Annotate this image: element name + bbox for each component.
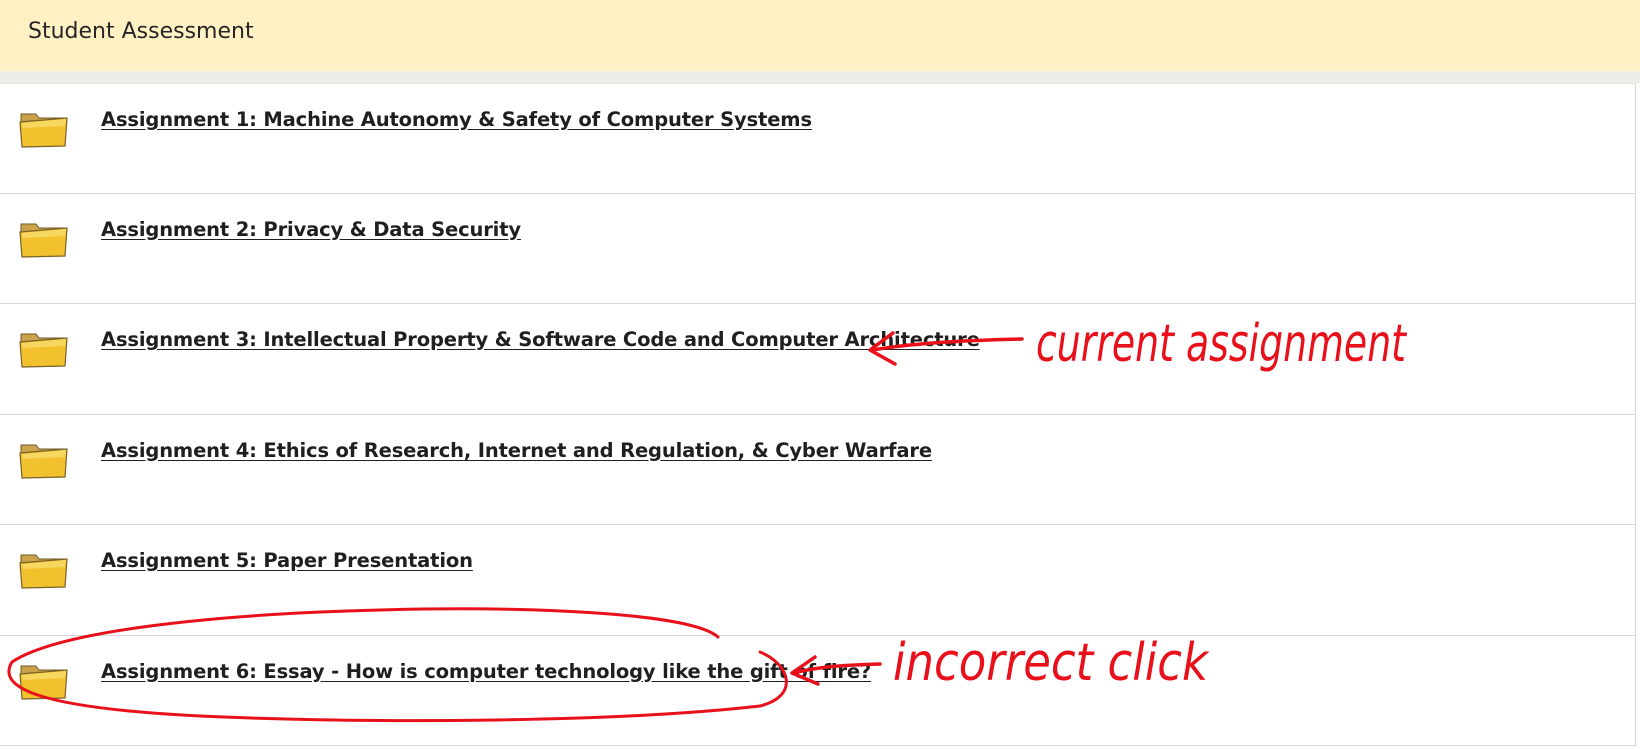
folder-icon[interactable] [18,108,72,150]
folder-icon[interactable] [18,328,72,370]
list-item: Assignment 5: Paper Presentation [0,525,1635,636]
folder-icon[interactable] [18,549,72,591]
assignment-link[interactable]: Assignment 3: Intellectual Property & So… [101,328,980,351]
assignment-link[interactable]: Assignment 2: Privacy & Data Security [101,218,521,241]
folder-icon[interactable] [18,439,72,481]
assignment-list: Assignment 1: Machine Autonomy & Safety … [0,83,1636,746]
folder-icon[interactable] [18,660,72,702]
list-item: Assignment 6: Essay - How is computer te… [0,635,1635,746]
list-item: Assignment 4: Ethics of Research, Intern… [0,414,1635,525]
assignment-link[interactable]: Assignment 4: Ethics of Research, Intern… [101,439,932,462]
page-title: Student Assessment [28,19,254,44]
page-header: Student Assessment [0,0,1640,71]
folder-icon[interactable] [18,218,72,260]
list-item: Assignment 1: Machine Autonomy & Safety … [0,83,1635,194]
assignment-link[interactable]: Assignment 6: Essay - How is computer te… [101,660,871,683]
list-item: Assignment 2: Privacy & Data Security [0,193,1635,304]
page: Student Assessment Assignment 1: Machine… [0,0,1640,749]
assignment-link[interactable]: Assignment 5: Paper Presentation [101,549,473,572]
list-item: Assignment 3: Intellectual Property & So… [0,304,1635,415]
assignment-link[interactable]: Assignment 1: Machine Autonomy & Safety … [101,108,812,131]
header-divider [0,71,1640,83]
